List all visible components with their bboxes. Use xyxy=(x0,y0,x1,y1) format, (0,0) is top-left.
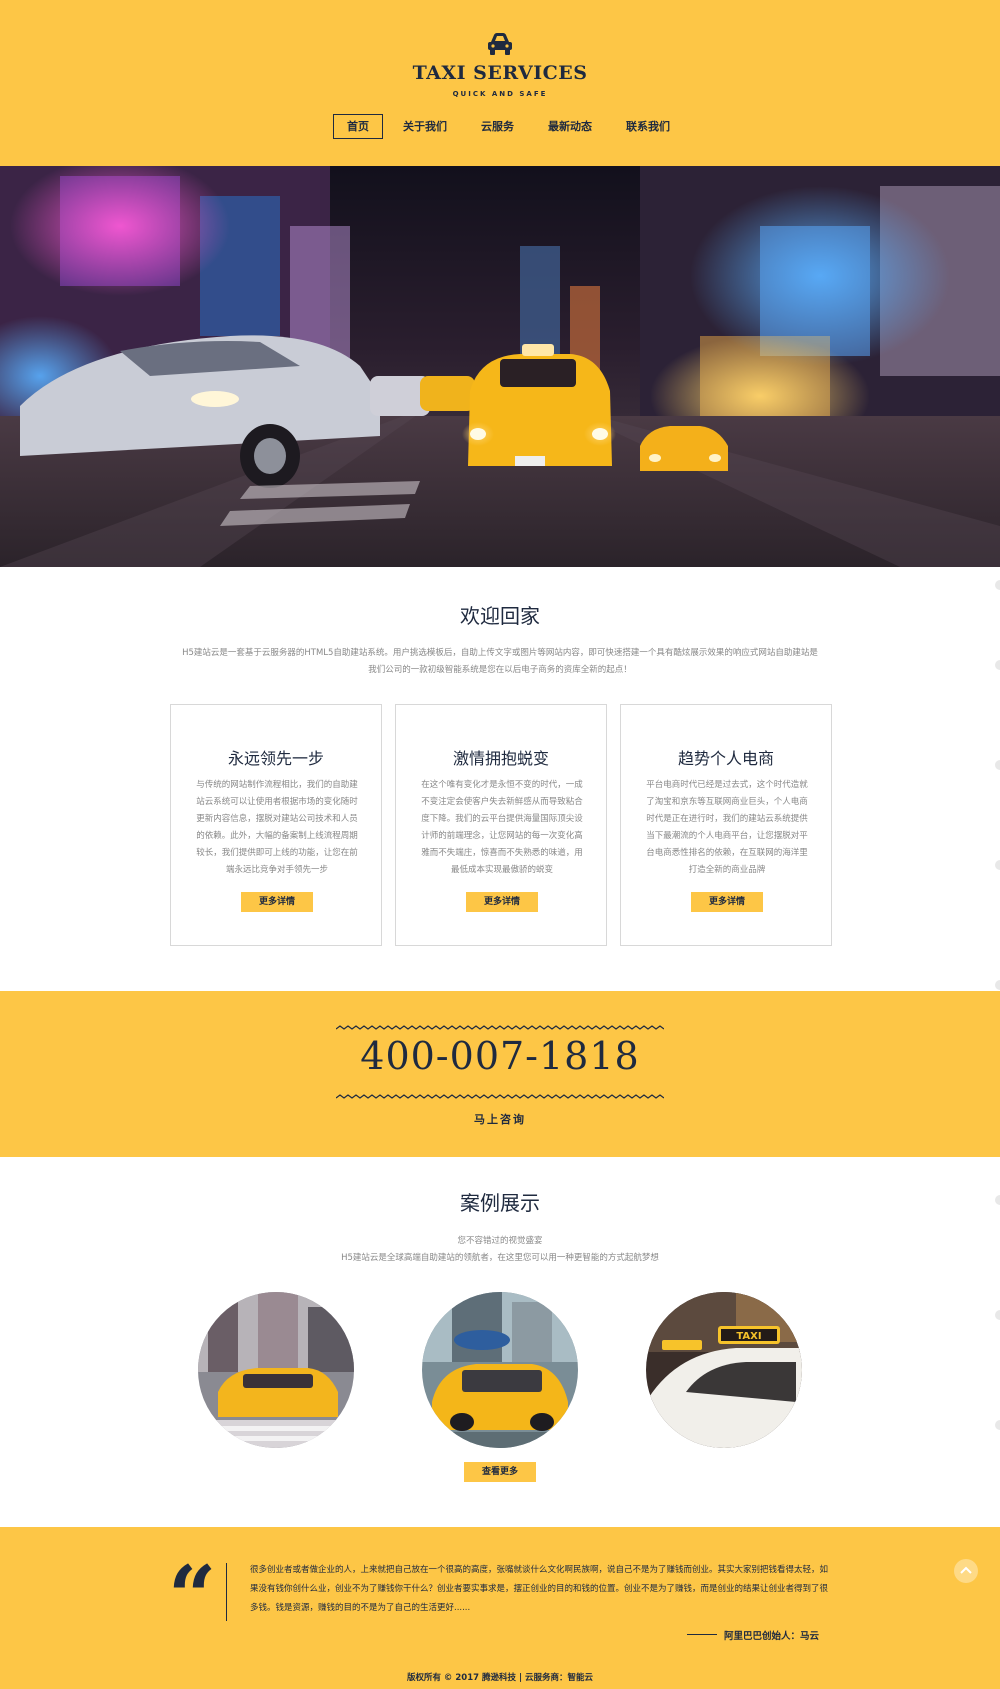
nav-item-about[interactable]: 关于我们 xyxy=(389,114,461,139)
side-scroll-dot xyxy=(995,760,1000,770)
zigzag-divider xyxy=(336,1094,664,1099)
side-scroll-dot xyxy=(995,1420,1000,1430)
back-to-top-button[interactable] xyxy=(954,1559,978,1583)
chevron-up-icon xyxy=(960,1566,972,1574)
case-image-taxi-sign[interactable]: TAXI xyxy=(646,1292,802,1448)
hero-city-taxi-illustration xyxy=(0,166,1000,567)
view-more-button[interactable]: 查看更多 xyxy=(464,1462,536,1482)
case-image-taxi-rain[interactable] xyxy=(422,1292,578,1448)
more-details-button[interactable]: 更多详情 xyxy=(241,892,313,912)
side-scroll-dot xyxy=(995,660,1000,670)
copyright-text: 版权所有 © 2017 腾逊科技 | 云服务商：智能云 xyxy=(406,1673,594,1683)
taxi-car-icon xyxy=(488,33,512,55)
zigzag-divider xyxy=(336,1025,664,1030)
site-title: TAXI SERVICES xyxy=(412,62,588,84)
phone-contact-band: 400-007-1818 马上咨询 xyxy=(0,991,1000,1157)
nav-item-news[interactable]: 最新动态 xyxy=(534,114,606,139)
site-subtitle: QUICK AND SAFE xyxy=(452,90,548,98)
feature-card-title: 趋势个人电商 xyxy=(677,749,774,768)
feature-card: 永远领先一步 与传统的网站制作流程相比，我们的自助建站云系统可以让使用者根据市场… xyxy=(170,704,382,946)
side-scroll-dot xyxy=(995,860,1000,870)
side-scroll-dot xyxy=(995,1310,1000,1320)
side-scroll-dot xyxy=(995,580,1000,590)
consult-now-link[interactable]: 马上咨询 xyxy=(0,1111,1000,1127)
more-details-button[interactable]: 更多详情 xyxy=(691,892,763,912)
feature-card-title: 激情拥抱蜕变 xyxy=(452,749,549,768)
nav-item-cloud-service[interactable]: 云服务 xyxy=(467,114,528,139)
cases-description: H5建站云是全球高端自助建站的领航者，在这里您可以用一种更智能的方式起航梦想 xyxy=(341,1253,659,1263)
more-details-button[interactable]: 更多详情 xyxy=(466,892,538,912)
cases-subtitle: 您不容错过的视觉盛宴 xyxy=(457,1236,543,1246)
quote-author-line xyxy=(687,1634,717,1635)
main-nav: 首页 关于我们 云服务 最新动态 联系我们 xyxy=(333,114,690,139)
svg-text:TAXI: TAXI xyxy=(736,1331,761,1342)
quote-divider xyxy=(226,1563,227,1621)
feature-card-text: 与传统的网站制作流程相比，我们的自助建站云系统可以让使用者根据市场的变化随时更新… xyxy=(196,780,358,875)
hero-banner-image xyxy=(0,166,1000,567)
feature-card-text: 在这个唯有变化才是永恒不变的时代，一成不变注定会使客户失去新鲜感从而导致粘合度下… xyxy=(421,780,583,875)
feature-card-text: 平台电商时代已经是过去式，这个时代造就了淘宝和京东等互联网商业巨头，个人电商时代… xyxy=(646,780,808,875)
quote-mark-icon: “ xyxy=(168,1547,217,1646)
side-scroll-dot xyxy=(995,980,1000,990)
feature-card: 激情拥抱蜕变 在这个唯有变化才是永恒不变的时代，一成不变注定会使客户失去新鲜感从… xyxy=(395,704,607,946)
site-header: TAXI SERVICES QUICK AND SAFE 首页 关于我们 云服务… xyxy=(0,0,1000,166)
case-image-taxis-snow[interactable] xyxy=(198,1292,354,1448)
nav-item-contact[interactable]: 联系我们 xyxy=(612,114,684,139)
side-scroll-dot xyxy=(995,1195,1000,1205)
welcome-title: 欢迎回家 xyxy=(460,604,540,628)
welcome-description: H5建站云是一套基于云服务器的HTML5自助建站系统。用户挑选模板后，自助上传文… xyxy=(182,648,818,675)
cases-title: 案例展示 xyxy=(460,1191,540,1215)
feature-card-title: 永远领先一步 xyxy=(227,749,324,768)
quote-text: 很多创业者或者做企业的人，上来就把自己放在一个很高的高度，张嘴就谈什么文化啊民族… xyxy=(250,1565,829,1613)
nav-item-home[interactable]: 首页 xyxy=(333,114,383,139)
feature-card: 趋势个人电商 平台电商时代已经是过去式，这个时代造就了淘宝和京东等互联网商业巨头… xyxy=(620,704,832,946)
site-footer: “ 很多创业者或者做企业的人，上来就把自己放在一个很高的高度，张嘴就谈什么文化啊… xyxy=(0,1527,1000,1689)
phone-number: 400-007-1818 xyxy=(360,1034,640,1078)
quote-author: 阿里巴巴创始人：马云 xyxy=(724,1631,820,1642)
